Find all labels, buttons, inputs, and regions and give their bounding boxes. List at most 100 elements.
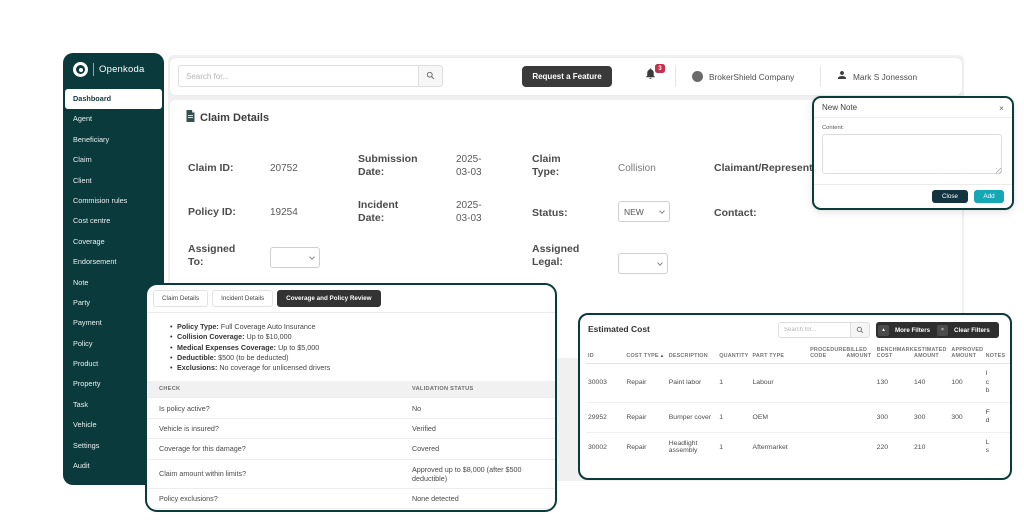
claim-id-value: 20752 [270,162,298,175]
column-header-description[interactable]: DESCRIPTION [667,343,717,364]
check-cell: Fraud risk detected? [147,509,400,512]
document-icon [185,109,196,127]
brand-logo[interactable]: Openkoda [63,53,164,81]
clear-filters-button[interactable]: × Clear Filters [935,322,999,338]
search-button[interactable] [418,65,443,87]
status-select-value: NEW [624,207,644,217]
search-input[interactable] [178,65,418,87]
user-icon [836,68,853,86]
brand-name: Openkoda [99,64,144,75]
cell-notes: Icb [984,364,1010,403]
policy-bullet: Medical Expenses Coverage: Up to $5,000 [177,343,547,353]
sidebar-item-agent[interactable]: Agent [63,109,164,129]
tab-incident-details[interactable]: Incident Details [212,290,273,307]
sidebar-item-beneficiary[interactable]: Beneficiary [63,130,164,150]
cell-estimated-amount: 140 [912,364,949,403]
cell-quantity: 1 [717,402,750,432]
column-header-cost-type[interactable]: COST TYPE▲ [624,343,666,364]
column-header-part-type[interactable]: PART TYPE [751,343,809,364]
notifications-button[interactable]: 3 [644,67,668,87]
notes-fragment: b [986,387,1008,396]
column-header-quantity[interactable]: QUANTITY [717,343,750,364]
new-note-title: New Note [822,103,857,112]
check-column-header: CHECK [147,381,400,398]
tab-coverage-and-policy-review[interactable]: Coverage and Policy Review [277,290,380,307]
close-icon[interactable]: × [999,103,1004,113]
column-header-label: ID [588,353,594,359]
submission-date-label: Submission Date: [358,153,420,179]
user-menu[interactable]: Mark S Jonesson [836,58,917,95]
assigned-legal-select[interactable] [618,253,668,274]
cost-search-button[interactable] [850,322,870,338]
cost-row[interactable]: 29952RepairBumper cover1OEM300300300Fd [586,402,1010,432]
bullet-text: No coverage for unlicensed drivers [217,363,330,372]
cost-search-input[interactable] [778,322,850,338]
notes-fragment: F [986,409,1008,418]
column-header-benchmark-cost[interactable]: BENCHMARK COST [875,343,912,364]
cell-notes: Fd [984,402,1010,432]
more-filters-button[interactable]: ▴ More Filters [876,322,939,338]
cost-row[interactable]: 30002RepairHeadlight assembly1Aftermarke… [586,432,1010,462]
column-header-id[interactable]: ID [586,343,624,364]
cell-procedure-code [808,364,844,403]
validation-row: Coverage for this damage?Covered [147,439,555,459]
close-button[interactable]: Close [932,190,968,203]
note-content-textarea[interactable] [822,134,1002,174]
incident-date-label: Incident Date: [358,199,416,225]
cell-estimated-amount: 210 [912,432,949,462]
cell-benchmark-cost: 220 [875,432,912,462]
cost-row[interactable]: 30003RepairPaint labor1Labour130140100Ic… [586,364,1010,403]
request-feature-button[interactable]: Request a Feature [522,66,612,87]
notes-fragment: s [986,447,1008,456]
logo-divider [93,63,94,76]
validation-row: Fraud risk detected?Potential duplicate … [147,509,555,512]
content-label: Content: [822,125,844,131]
company-menu[interactable]: BrokerShield Company [692,58,794,95]
tab-claim-details[interactable]: Claim Details [153,290,208,307]
clear-x-icon: × [937,325,948,336]
assigned-legal-label: Assigned Legal: [532,243,580,269]
caret-up-icon: ▴ [878,325,889,336]
topbar: Request a Feature 3 BrokerShield Company… [170,58,962,95]
sidebar-item-dashboard[interactable]: Dashboard [65,89,162,109]
resize-grip-icon[interactable] [996,168,1002,174]
status-select[interactable]: NEW [618,201,670,222]
validation-row: Is policy active?No [147,398,555,418]
sidebar-item-cost-centre[interactable]: Cost centre [63,211,164,231]
column-header-billed-amount[interactable]: BILLED AMOUNT [844,343,874,364]
bullet-text: Full Coverage Auto Insurance [219,322,316,331]
column-header-label: COST TYPE [626,353,658,359]
sidebar-item-endorsement[interactable]: Endorsement [63,252,164,272]
bullet-text: $500 (to be deducted) [216,353,288,362]
sidebar-item-client[interactable]: Client [63,171,164,191]
sidebar-item-coverage[interactable]: Coverage [63,232,164,252]
policy-bullet: Deductible: $500 (to be deducted) [177,353,547,363]
cost-table: ID COST TYPE▲DESCRIPTION QUANTITYPART TYPE… [586,343,1010,462]
bullet-label: Collision Coverage: [177,332,245,341]
column-header-approved-amount[interactable]: APPROVED AMOUNT [949,343,983,364]
column-header-estimated-amount[interactable]: ESTIMATED AMOUNT [912,343,949,364]
cell-quantity: 1 [717,364,750,403]
cell-approved-amount [949,432,983,462]
assigned-to-select[interactable] [270,247,320,268]
bullet-text: Up to $10,000 [245,332,292,341]
topbar-divider [820,66,821,87]
sidebar-item-claim[interactable]: Claim [63,150,164,170]
status-cell: Verified [400,418,555,438]
add-button[interactable]: Add [974,190,1004,203]
search-icon [856,321,864,339]
column-header-notes[interactable]: NOTES [984,343,1010,364]
chevron-down-icon [309,254,315,260]
column-header-label: ESTIMATED AMOUNT [914,347,947,359]
cell-benchmark-cost: 130 [875,364,912,403]
column-header-label: DESCRIPTION [669,353,708,359]
claim-details-header: Claim Details [185,109,269,127]
column-header-procedure-code[interactable]: PROCEDURE CODE [808,343,844,364]
cell-cost-type: Repair [624,364,666,403]
company-dot-icon [692,71,703,82]
check-cell: Coverage for this damage? [147,439,400,459]
cell-quantity: 1 [717,432,750,462]
column-header-label: PROCEDURE CODE [810,347,846,359]
claim-type-label: Claim Type: [532,153,572,179]
sidebar-item-commision-rules[interactable]: Commision rules [63,191,164,211]
